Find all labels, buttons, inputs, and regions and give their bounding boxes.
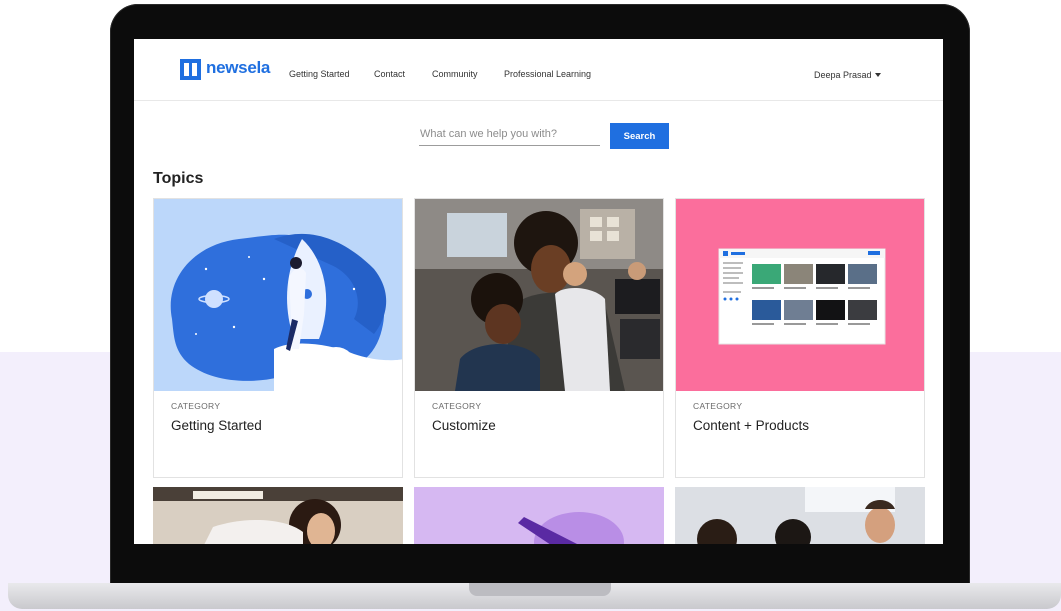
search-button[interactable]: Search <box>610 123 669 149</box>
user-menu[interactable]: Deepa Prasad <box>814 70 872 80</box>
site-header: newsela Getting Started Contact Communit… <box>134 39 943 101</box>
nav-getting-started[interactable]: Getting Started <box>289 69 350 79</box>
nav-professional-learning[interactable]: Professional Learning <box>504 69 591 79</box>
topics-heading: Topics <box>153 170 204 187</box>
card-title: Getting Started <box>171 418 262 433</box>
topic-card-getting-started[interactable]: CATEGORY Getting Started <box>153 198 403 478</box>
topic-card-partial-2[interactable] <box>414 487 664 544</box>
topic-card-content-products[interactable]: CATEGORY Content + Products <box>675 198 925 478</box>
newsela-logo-icon[interactable] <box>180 59 201 80</box>
product-screenshot-image <box>676 199 924 391</box>
laptop-screen: newsela Getting Started Contact Communit… <box>134 39 943 544</box>
card-category-label: CATEGORY <box>432 401 482 411</box>
topic-card-partial-1[interactable] <box>153 487 403 544</box>
card-title: Customize <box>432 418 496 433</box>
card-category-label: CATEGORY <box>171 401 221 411</box>
newsela-logo-text[interactable]: newsela <box>206 58 270 78</box>
chevron-down-icon[interactable] <box>875 73 881 77</box>
nav-community[interactable]: Community <box>432 69 478 79</box>
laptop-notch <box>469 583 611 596</box>
search-input[interactable] <box>419 123 600 146</box>
topic-card-partial-3[interactable] <box>675 487 925 544</box>
rocket-illustration-image <box>154 199 402 391</box>
topic-card-customize[interactable]: CATEGORY Customize <box>414 198 664 478</box>
classroom-photo-image <box>415 199 663 391</box>
card-category-label: CATEGORY <box>693 401 743 411</box>
nav-contact[interactable]: Contact <box>374 69 405 79</box>
card-title: Content + Products <box>693 418 809 433</box>
